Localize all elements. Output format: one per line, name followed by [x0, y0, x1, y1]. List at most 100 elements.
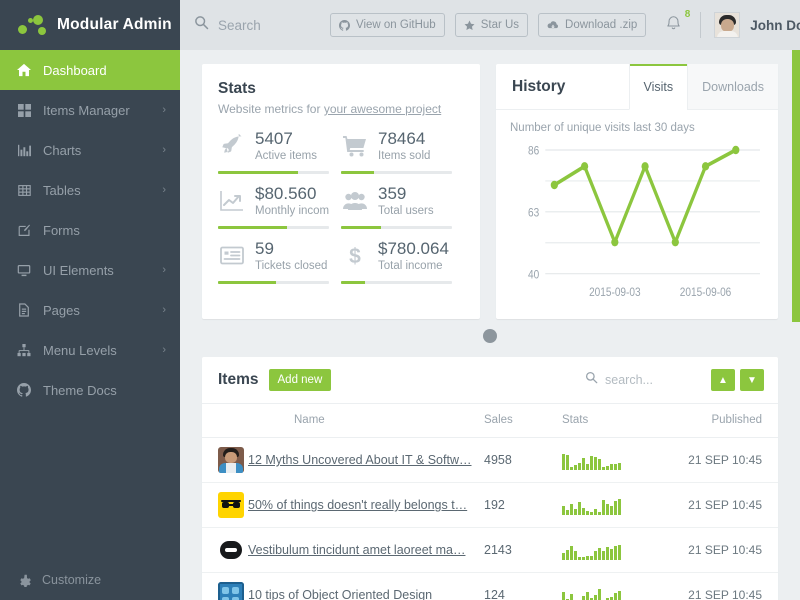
- sidebar-label-menu-levels: Menu Levels: [43, 342, 117, 358]
- sort-ascending-button[interactable]: ▲: [711, 369, 735, 391]
- sidebar-item-theme-docs[interactable]: Theme Docs: [0, 370, 180, 410]
- stats-card: Stats Website metrics for your awesome p…: [202, 64, 480, 319]
- glasses-thumb-yellow: [218, 492, 244, 518]
- sidebar-label-charts: Charts: [43, 142, 82, 158]
- carousel-indicator[interactable]: [483, 329, 497, 343]
- item-name-link[interactable]: Vestibulum tincidunt amet laoreet ma…: [248, 543, 484, 557]
- stat-value-monthly-income: $80.560: [255, 183, 317, 203]
- item-sparkline: [562, 585, 670, 600]
- item-sparkline: [562, 450, 670, 470]
- sidebar-item-ui-elements[interactable]: UI Elements ›: [0, 250, 180, 290]
- sort-descending-button[interactable]: ▼: [740, 369, 764, 391]
- avatar-thumb-person: [218, 447, 244, 473]
- download-zip-button[interactable]: Download .zip: [538, 13, 647, 37]
- items-table: Name Sales Stats Published 12 Myths Unco…: [202, 403, 778, 600]
- items-title: Items: [218, 371, 259, 388]
- svg-text:$: $: [349, 245, 361, 268]
- stat-active-items: 5407 Active items: [218, 130, 341, 174]
- stat-value-tickets-closed: 59: [255, 238, 274, 258]
- sidebar-item-tables[interactable]: Tables ›: [0, 170, 180, 210]
- item-sales: 192: [484, 482, 562, 528]
- column-header-name[interactable]: Name: [248, 403, 484, 438]
- sidebar-item-charts[interactable]: Charts ›: [0, 130, 180, 170]
- stat-label-total-income: Total income: [378, 259, 443, 272]
- items-search-input[interactable]: [605, 373, 697, 387]
- brand-name: Modular Admin: [57, 16, 172, 33]
- tab-visits[interactable]: Visits: [628, 64, 688, 110]
- users-icon: [341, 191, 369, 211]
- top-bar: Modular Admin Search View on GitHub Star…: [0, 0, 800, 50]
- sidebar-item-menu-levels[interactable]: Menu Levels ›: [0, 330, 180, 370]
- view-on-github-label: View on GitHub: [356, 19, 436, 31]
- column-header-sales[interactable]: Sales: [484, 403, 562, 438]
- history-card: History Visits Downloads Number of uniqu…: [496, 64, 778, 319]
- item-sparkline: [562, 495, 670, 515]
- bell-icon: [666, 15, 681, 36]
- column-header-published[interactable]: Published: [670, 403, 778, 438]
- stat-value-items-sold: 78464: [378, 129, 426, 148]
- sidebar-label-theme-docs: Theme Docs: [43, 382, 117, 398]
- sidebar-label-pages: Pages: [43, 302, 80, 318]
- page-scrollbar[interactable]: [792, 50, 800, 600]
- star-us-button[interactable]: Star Us: [454, 13, 529, 37]
- item-name-link[interactable]: 12 Myths Uncovered About IT & Softw…: [248, 453, 484, 467]
- items-search[interactable]: [585, 371, 697, 389]
- global-search[interactable]: Search: [194, 15, 334, 35]
- stat-tickets-closed: 59 Tickets closed: [218, 238, 341, 284]
- search-icon: [194, 15, 209, 35]
- visits-chart-svg: 86 63 40 2015-09-03 2015-09-06: [528, 145, 760, 299]
- chevron-right-icon-menu-levels: ›: [162, 344, 166, 356]
- stat-label-items-sold: Items sold: [378, 149, 431, 162]
- stat-label-total-users: Total users: [378, 204, 434, 217]
- table-header-row: Name Sales Stats Published: [202, 403, 778, 438]
- cloud-download-icon: [547, 20, 559, 31]
- add-new-button[interactable]: Add new: [268, 369, 332, 391]
- main-content: Stats Website metrics for your awesome p…: [180, 50, 800, 600]
- item-name-link[interactable]: 50% of things doesn't really belongs t…: [248, 498, 484, 512]
- progress-bar-total-income: [341, 280, 452, 284]
- dark-badge-thumb: [218, 537, 244, 563]
- sidebar-item-forms[interactable]: Forms: [0, 210, 180, 250]
- app-shell: Dashboard Items Manager › Charts › Table…: [0, 50, 800, 600]
- sidebar-item-dashboard[interactable]: Dashboard: [0, 50, 180, 90]
- notifications-button[interactable]: 8: [666, 9, 690, 36]
- scrollbar-thumb[interactable]: [792, 50, 800, 322]
- notification-count-badge: 8: [684, 8, 691, 20]
- user-name[interactable]: John Doe: [750, 18, 800, 33]
- chart-x-axis-labels: 2015-09-03 2015-09-06: [589, 286, 731, 299]
- svg-text:2015-09-03: 2015-09-03: [589, 286, 641, 299]
- visits-line-chart: 86 63 40 2015-09-03 2015-09-06: [510, 136, 764, 311]
- column-header-stats[interactable]: Stats: [562, 403, 670, 438]
- table-row[interactable]: 12 Myths Uncovered About IT & Softw… 4958…: [202, 437, 778, 483]
- stat-total-income: $ $780.064 Total income: [341, 238, 464, 284]
- tab-visits-label: Visits: [643, 79, 674, 94]
- svg-text:63: 63: [528, 207, 539, 220]
- sidebar-item-pages[interactable]: Pages ›: [0, 290, 180, 330]
- table-row[interactable]: Vestibulum tincidunt amet laoreet ma… 214…: [202, 527, 778, 573]
- avatar[interactable]: [714, 12, 741, 38]
- stats-subtitle-link[interactable]: your awesome project: [324, 102, 441, 116]
- svg-text:40: 40: [528, 269, 539, 282]
- view-on-github-button[interactable]: View on GitHub: [330, 13, 445, 37]
- stat-label-monthly-income: Monthly incom: [255, 204, 330, 217]
- svg-text:86: 86: [528, 145, 539, 158]
- table-icon: [16, 184, 32, 197]
- stat-value-active-items: 5407: [255, 129, 293, 148]
- chevron-right-icon-charts: ›: [162, 144, 166, 156]
- stat-value-total-income: $780.064: [378, 238, 449, 258]
- history-caption: Number of unique visits last 30 days: [510, 122, 695, 134]
- history-header: History Visits Downloads: [496, 64, 778, 110]
- item-name-link[interactable]: 10 tips of Object Oriented Design: [248, 588, 484, 600]
- search-label: Search: [218, 17, 261, 33]
- tab-downloads[interactable]: Downloads: [687, 64, 778, 109]
- sort-buttons: ▲ ▼: [711, 369, 764, 391]
- sidebar-item-customize[interactable]: Customize: [0, 560, 180, 600]
- table-row[interactable]: 50% of things doesn't really belongs t… 1…: [202, 482, 778, 528]
- chevron-right-icon-ui-elements: ›: [162, 264, 166, 276]
- table-row[interactable]: 10 tips of Object Oriented Design 124 21 S…: [202, 572, 778, 600]
- brand-area[interactable]: Modular Admin: [0, 0, 180, 50]
- progress-bar-items-sold: [341, 170, 452, 174]
- chevron-right-icon-tables: ›: [162, 184, 166, 196]
- top-action-buttons: View on GitHub Star Us Download .zip: [330, 13, 647, 37]
- sidebar-item-items-manager[interactable]: Items Manager ›: [0, 90, 180, 130]
